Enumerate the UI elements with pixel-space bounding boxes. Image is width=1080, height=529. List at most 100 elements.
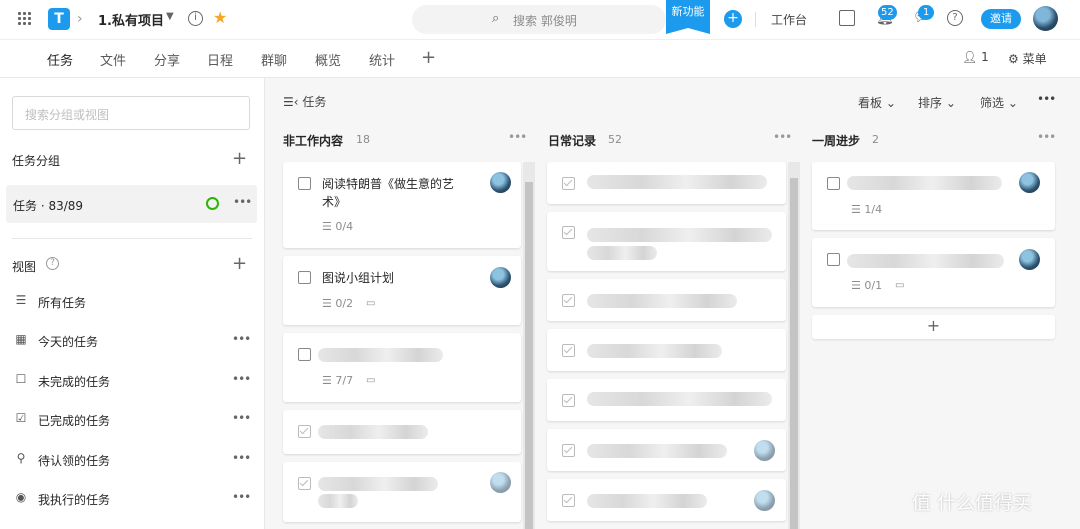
scroll-thumb[interactable] <box>790 178 798 529</box>
task-card[interactable]: ☰ 0/1 ▭ <box>812 238 1055 307</box>
column-more-icon[interactable]: ••• <box>773 130 792 144</box>
tab-share[interactable]: 分享 <box>154 50 180 69</box>
caret-down-icon[interactable]: ▼ <box>166 11 174 22</box>
calendar-icon[interactable] <box>839 10 855 26</box>
filter-dropdown[interactable]: 筛选 ⌄ <box>980 94 1018 111</box>
column-scrollbar[interactable] <box>523 162 535 529</box>
task-card[interactable] <box>547 212 786 271</box>
tab-statistics[interactable]: 统计 <box>369 50 395 69</box>
assignee-avatar[interactable] <box>754 490 775 511</box>
tab-tasks[interactable]: 任务 <box>44 50 76 80</box>
user-avatar[interactable] <box>1033 6 1058 31</box>
group-item-tasks[interactable]: 任务 · 83/89 ••• <box>6 185 257 223</box>
menu-button[interactable]: ⚙︎ 菜单 <box>1008 50 1047 67</box>
members-button[interactable]: 👤︎ 1 <box>962 50 989 64</box>
column-title[interactable]: 日常记录 <box>548 132 596 149</box>
task-card[interactable]: 阅读特朗普《做生意的艺术》 ☰ 0/4 <box>283 162 521 248</box>
message-badge: 1 <box>918 5 935 20</box>
help-icon[interactable]: ? <box>947 10 963 26</box>
task-checkbox[interactable] <box>298 271 311 284</box>
view-item-all[interactable]: ☰ 所有任务 <box>12 291 252 311</box>
column-more-icon[interactable]: ••• <box>1037 130 1056 144</box>
view-item-today[interactable]: ▦ 今天的任务 ••• <box>12 330 252 350</box>
task-card[interactable] <box>547 162 786 204</box>
tab-overview[interactable]: 概览 <box>315 50 341 69</box>
invite-button[interactable]: 邀请 <box>981 9 1021 29</box>
sort-dropdown[interactable]: 排序 ⌄ <box>918 94 956 111</box>
assignee-avatar[interactable] <box>490 267 511 288</box>
more-icon[interactable]: ••• <box>232 372 251 386</box>
assignee-avatar[interactable] <box>1019 249 1040 270</box>
tab-group-chat[interactable]: 群聊 <box>261 50 287 69</box>
more-icon[interactable]: ••• <box>232 411 251 425</box>
task-checkbox-checked[interactable] <box>562 226 575 239</box>
project-tabs: 任务 文件 分享 日程 群聊 概览 统计 + 👤︎ 1 ⚙︎ 菜单 <box>0 40 1080 80</box>
help-icon[interactable]: ? <box>46 257 59 270</box>
divider <box>755 12 756 27</box>
task-checkbox-checked[interactable] <box>298 477 311 490</box>
more-icon[interactable]: ••• <box>232 332 251 346</box>
task-checkbox-checked[interactable] <box>298 425 311 438</box>
group-search-input[interactable]: 搜索分组或视图 <box>12 96 250 130</box>
task-checkbox[interactable] <box>298 177 311 190</box>
quick-add-button[interactable]: + <box>724 10 742 28</box>
view-item-unclaimed[interactable]: ⚲ 待认领的任务 ••• <box>12 449 252 469</box>
task-card[interactable]: ☰ 1/4 <box>812 162 1055 230</box>
task-card[interactable]: ☰ 7/7 ▭ <box>283 333 521 402</box>
task-card[interactable]: 图说小组计划 ☰ 0/2 ▭ <box>283 256 521 325</box>
add-task-button[interactable]: + <box>812 315 1055 339</box>
tab-schedule[interactable]: 日程 <box>207 50 233 69</box>
add-view-icon[interactable]: + <box>232 253 247 274</box>
subtask-icon: ☰ <box>322 374 332 387</box>
assignee-avatar[interactable] <box>754 440 775 461</box>
project-name[interactable]: 1.私有项目 <box>98 10 164 29</box>
list-icon: ☰ <box>15 293 27 307</box>
teambition-logo[interactable]: T <box>48 8 70 30</box>
task-checkbox[interactable] <box>298 348 311 361</box>
board-title[interactable]: ☰‹ 任务 <box>283 93 326 110</box>
assignee-avatar[interactable] <box>490 172 511 193</box>
kanban-dropdown[interactable]: 看板 ⌄ <box>858 94 896 111</box>
column-title[interactable]: 一周进步 <box>812 132 860 149</box>
column-more-icon[interactable]: ••• <box>508 130 527 144</box>
view-item-incomplete[interactable]: ☐ 未完成的任务 ••• <box>12 370 252 390</box>
task-card[interactable] <box>547 479 786 521</box>
global-search[interactable]: ⌕ 搜索 郭俊明 <box>412 5 666 34</box>
more-icon[interactable]: ••• <box>232 490 251 504</box>
info-icon[interactable]: i <box>188 11 203 26</box>
calendar-icon: ▦ <box>15 332 27 346</box>
menu-label: 菜单 <box>1022 52 1047 66</box>
task-checkbox[interactable] <box>827 177 840 190</box>
add-tab-icon[interactable]: + <box>421 47 436 68</box>
task-checkbox-checked[interactable] <box>562 444 575 457</box>
task-checkbox-checked[interactable] <box>562 494 575 507</box>
collapse-sidebar-icon[interactable]: ☰‹ <box>283 95 299 109</box>
task-checkbox[interactable] <box>827 253 840 266</box>
scroll-thumb[interactable] <box>525 182 533 529</box>
board-more-icon[interactable]: ••• <box>1037 92 1056 106</box>
star-icon[interactable]: ★ <box>213 8 227 27</box>
task-card[interactable] <box>547 379 786 421</box>
more-icon[interactable]: ••• <box>233 195 252 209</box>
task-card[interactable] <box>547 329 786 371</box>
task-card[interactable] <box>547 429 786 471</box>
task-checkbox-checked[interactable] <box>562 294 575 307</box>
workbench-link[interactable]: 工作台 <box>771 11 807 28</box>
assignee-avatar[interactable] <box>490 472 511 493</box>
app-grid-icon[interactable] <box>18 12 32 26</box>
tab-files[interactable]: 文件 <box>100 50 126 69</box>
task-card[interactable] <box>547 279 786 321</box>
add-group-icon[interactable]: + <box>232 148 247 169</box>
assignee-avatar[interactable] <box>1019 172 1040 193</box>
more-icon[interactable]: ••• <box>232 451 251 465</box>
task-card[interactable] <box>283 462 521 522</box>
new-feature-ribbon[interactable]: 新功能 <box>666 0 710 34</box>
task-checkbox-checked[interactable] <box>562 344 575 357</box>
task-checkbox-checked[interactable] <box>562 177 575 190</box>
view-item-mine[interactable]: ◉ 我执行的任务 ••• <box>12 488 252 508</box>
view-item-completed[interactable]: ☑ 已完成的任务 ••• <box>12 409 252 429</box>
column-title[interactable]: 非工作内容 <box>283 132 343 149</box>
task-card[interactable] <box>283 410 521 454</box>
column-scrollbar[interactable] <box>788 162 800 529</box>
task-checkbox-checked[interactable] <box>562 394 575 407</box>
